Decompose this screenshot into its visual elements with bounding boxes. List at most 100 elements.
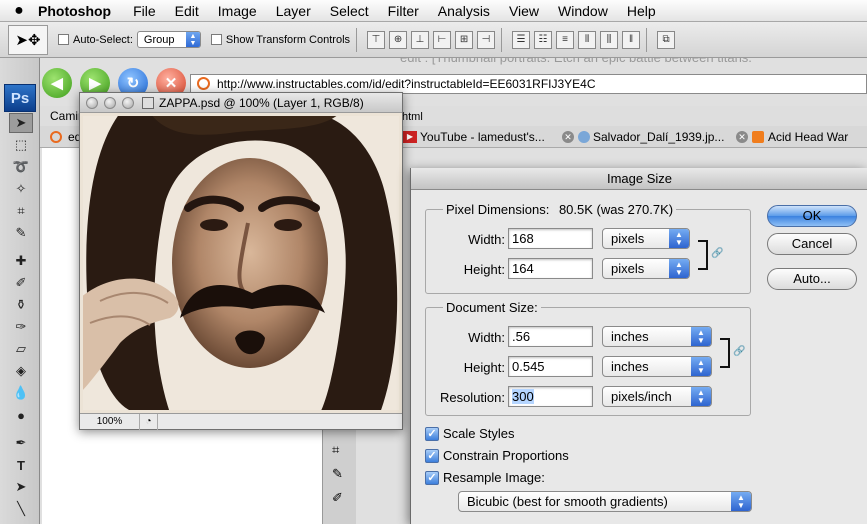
menu-select[interactable]: Select (330, 3, 369, 19)
scale-styles-checkbox[interactable]: ✓ Scale Styles (425, 426, 515, 441)
doc-width-unit: inches (611, 329, 649, 344)
doc-width-input[interactable]: .56 (508, 326, 593, 347)
align-top-icon[interactable]: ⊤ (367, 30, 386, 49)
browser-tab-youtube[interactable]: ▶ YouTube - lamedust's... (403, 127, 545, 147)
constrain-proportions-checkbox[interactable]: ✓ Constrain Proportions (425, 448, 569, 463)
doc-height-unit-select[interactable]: inches ▲ ▼ (602, 356, 712, 377)
paint-bucket-tool-icon[interactable]: ◈ (9, 361, 33, 381)
distribute-bottom-icon[interactable]: ≡ (556, 30, 575, 49)
cancel-button[interactable]: Cancel (767, 233, 857, 255)
close-window-icon[interactable] (86, 96, 98, 109)
close-tab-icon[interactable]: ✕ (736, 131, 748, 143)
brush-tool-icon[interactable]: ✐ (9, 273, 33, 293)
align-hcenter-icon[interactable]: ⊞ (455, 30, 474, 49)
pixel-width-label: Width: (468, 232, 505, 247)
menu-analysis[interactable]: Analysis (438, 3, 490, 19)
pixel-width-unit-select[interactable]: pixels ▲ ▼ (602, 228, 690, 249)
pixel-height-input[interactable]: 164 (508, 258, 593, 279)
zoom-window-icon[interactable] (122, 96, 134, 109)
ok-button[interactable]: OK (767, 205, 857, 227)
crop-icon: ⌗ (332, 442, 340, 457)
pixel-height-unit-select[interactable]: pixels ▲ ▼ (602, 258, 690, 279)
eyedropper-tool-icon[interactable]: ✎ (9, 223, 33, 243)
type-tool-icon[interactable]: T (9, 455, 33, 475)
pen-tool-icon[interactable]: ✒ (9, 433, 33, 453)
document-canvas[interactable] (80, 113, 402, 413)
resolution-unit-select[interactable]: pixels/inch ▲ ▼ (602, 386, 712, 407)
url-bar[interactable]: http://www.instructables.com/id/edit?ins… (190, 74, 867, 94)
zoom-level[interactable]: 100% (80, 413, 140, 430)
chevron-updown-icon: ▲ ▼ (691, 357, 711, 376)
distribute-right-icon[interactable]: ‖ (622, 30, 641, 49)
document-titlebar[interactable]: ZAPPA.psd @ 100% (Layer 1, RGB/8) (80, 93, 402, 113)
youtube-icon: ▶ (403, 131, 417, 143)
info-menu-icon[interactable]: ◔ (140, 413, 158, 430)
back-icon[interactable]: ◀ (42, 68, 72, 98)
blogger-icon (752, 131, 764, 143)
eraser-tool-icon[interactable]: ▱ (9, 339, 33, 359)
browser-tab-edit[interactable]: ed (50, 127, 81, 147)
doc-width-unit-select[interactable]: inches ▲ ▼ (602, 326, 712, 347)
move-tool-preset-icon[interactable]: ➤✥ (8, 24, 48, 55)
menu-window[interactable]: Window (558, 3, 608, 19)
auto-button[interactable]: Auto... (767, 268, 857, 290)
blur-tool-icon[interactable]: 💧 (9, 383, 33, 403)
app-menu[interactable]: Photoshop (38, 3, 111, 19)
line-tool-icon[interactable]: ╲ (9, 499, 33, 519)
auto-align-icon[interactable]: ⧉ (657, 30, 676, 49)
distribute-top-icon[interactable]: ☰ (512, 30, 531, 49)
doc-height-input[interactable]: 0.545 (508, 356, 593, 377)
clone-stamp-tool-icon[interactable]: ⚱ (9, 295, 33, 315)
align-vcenter-icon[interactable]: ⊕ (389, 30, 408, 49)
close-tab-icon[interactable]: ✕ (562, 131, 574, 143)
tab-label: Salvador_Dalí_1939.jp... (593, 130, 725, 144)
pixel-width-input[interactable]: 168 (508, 228, 593, 249)
separator (356, 27, 358, 52)
menu-filter[interactable]: Filter (388, 3, 419, 19)
menu-layer[interactable]: Layer (276, 3, 311, 19)
history-brush-tool-icon[interactable]: ✑ (9, 317, 33, 337)
apple-icon[interactable]: ● (0, 2, 38, 20)
resample-method-value: Bicubic (best for smooth gradients) (467, 494, 668, 509)
align-bottom-icon[interactable]: ⊥ (411, 30, 430, 49)
doc-height-unit: inches (611, 359, 649, 374)
align-right-icon[interactable]: ⊣ (477, 30, 496, 49)
menu-file[interactable]: File (133, 3, 156, 19)
minimize-window-icon[interactable] (104, 96, 116, 109)
pixel-dimensions-header: Pixel Dimensions: 80.5K (was 270.7K) (443, 202, 677, 217)
chevron-updown-icon: ▲ ▼ (731, 492, 751, 511)
crop-tool-icon[interactable]: ⌗ (9, 201, 33, 221)
browser-tab-acid[interactable]: ✕ Acid Head War (736, 127, 848, 147)
move-tool-icon[interactable]: ➤ (9, 113, 33, 133)
pixel-link-bracket (698, 240, 708, 270)
dodge-tool-icon[interactable]: ● (9, 405, 33, 425)
distribute-hcenter-icon[interactable]: ⫼ (600, 30, 619, 49)
resample-method-select[interactable]: Bicubic (best for smooth gradients) ▲ ▼ (458, 491, 752, 512)
auto-select-checkbox[interactable] (58, 34, 69, 45)
bookmark-item[interactable]: Camir (50, 109, 82, 123)
distribute-left-icon[interactable]: ⦀ (578, 30, 597, 49)
auto-select-dropdown[interactable]: Group ▲ ▼ (136, 31, 201, 48)
pixel-dimensions-summary: 80.5K (was 270.7K) (558, 202, 674, 217)
healing-brush-tool-icon[interactable]: ✚ (9, 251, 33, 271)
menu-edit[interactable]: Edit (175, 3, 199, 19)
url-text: http://www.instructables.com/id/edit?ins… (217, 77, 596, 91)
resolution-input[interactable]: 300 (508, 386, 593, 407)
favicon-icon (197, 77, 210, 90)
show-transform-checkbox[interactable] (210, 34, 222, 45)
resample-image-checkbox[interactable]: ✓ Resample Image: (425, 470, 545, 485)
browser-tab-dali[interactable]: ✕ Salvador_Dalí_1939.jp... (562, 127, 724, 147)
distribute-vcenter-icon[interactable]: ☷ (534, 30, 553, 49)
ps-logo[interactable]: Ps (4, 84, 36, 112)
menu-view[interactable]: View (509, 3, 539, 19)
marquee-tool-icon[interactable]: ⬚ (9, 135, 33, 155)
separator (646, 27, 648, 52)
magic-wand-tool-icon[interactable]: ✧ (9, 179, 33, 199)
separator (501, 27, 503, 52)
lasso-tool-icon[interactable]: ➰ (9, 157, 33, 177)
path-selection-tool-icon[interactable]: ➤ (9, 477, 33, 497)
pixel-height-unit: pixels (611, 261, 645, 276)
menu-image[interactable]: Image (218, 3, 257, 19)
menu-help[interactable]: Help (627, 3, 656, 19)
align-left-icon[interactable]: ⊢ (433, 30, 452, 49)
